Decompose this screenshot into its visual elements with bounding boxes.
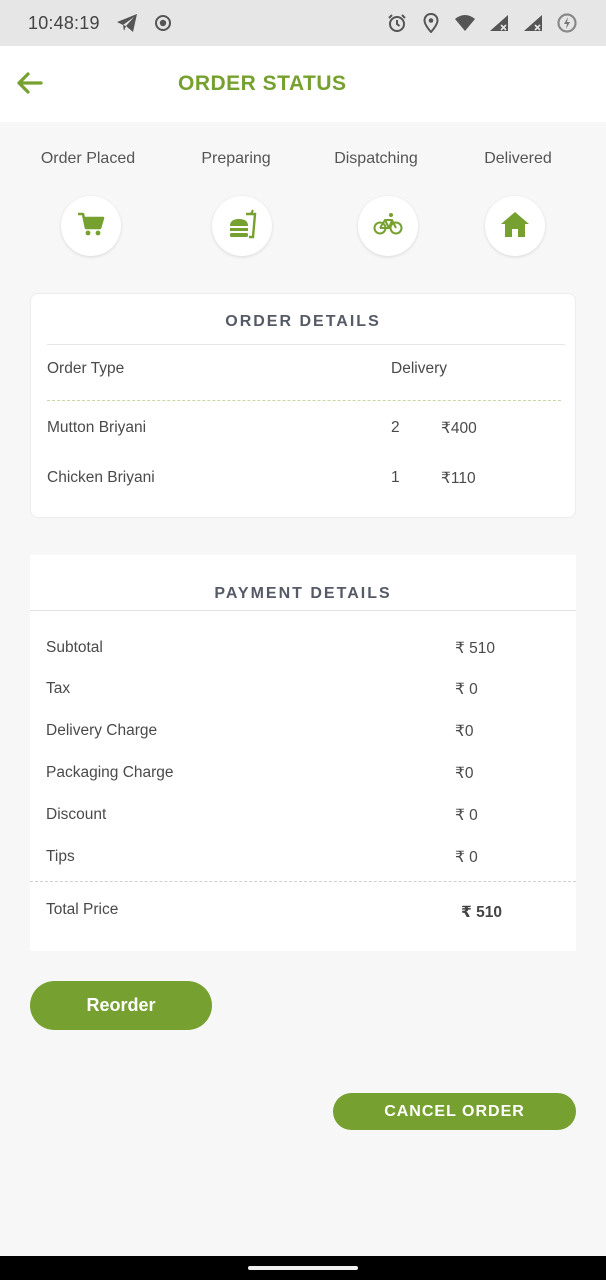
location-icon	[420, 12, 442, 34]
back-button[interactable]	[14, 70, 44, 100]
order-type-value: Delivery	[391, 360, 447, 377]
signal-icon	[522, 12, 544, 34]
dashed-divider	[30, 881, 576, 882]
home-icon	[500, 210, 530, 243]
telegram-icon	[116, 12, 138, 34]
step-preparing: Preparing	[176, 150, 296, 256]
status-right-icons	[386, 12, 578, 34]
step-delivered: Delivered	[458, 150, 578, 256]
item-name: Mutton Briyani	[47, 419, 147, 436]
app-bar: ORDER STATUS	[0, 46, 606, 122]
divider	[47, 344, 565, 345]
item-price: ₹110	[441, 470, 476, 487]
order-type-label: Order Type	[47, 360, 125, 377]
step-circle	[485, 196, 545, 256]
step-label: Preparing	[201, 150, 271, 167]
step-label: Delivered	[484, 150, 552, 167]
order-details-card: ORDER DETAILS Order Type Delivery Mutton…	[30, 293, 576, 518]
system-nav-bar	[0, 1256, 606, 1280]
payment-value: ₹ 0	[455, 807, 478, 824]
reorder-button[interactable]: Reorder	[30, 981, 212, 1030]
divider	[30, 610, 576, 611]
step-label: Order Placed	[40, 150, 136, 167]
payment-value: ₹0	[455, 765, 474, 782]
item-name: Chicken Briyani	[47, 469, 155, 486]
step-circle	[212, 196, 272, 256]
payment-label: Discount	[46, 806, 107, 823]
item-qty: 1	[391, 469, 400, 486]
total-label: Total Price	[46, 901, 119, 918]
cart-icon	[77, 211, 105, 242]
payment-label: Packaging Charge	[46, 764, 174, 781]
payment-label: Tax	[46, 680, 71, 697]
payment-value: ₹ 0	[455, 681, 478, 698]
home-gesture-handle[interactable]	[248, 1266, 358, 1270]
step-circle	[61, 196, 121, 256]
signal-icon	[488, 12, 510, 34]
payment-value: ₹ 510	[455, 640, 496, 657]
battery-saver-icon	[556, 12, 578, 34]
alarm-icon	[386, 12, 408, 34]
payment-details-title: PAYMENT DETAILS	[214, 585, 392, 602]
item-qty: 2	[391, 419, 400, 436]
payment-value: ₹0	[455, 723, 474, 740]
total-value: ₹ 510	[461, 904, 502, 921]
status-left-icons	[116, 12, 174, 34]
payment-label: Delivery Charge	[46, 722, 158, 739]
wifi-icon	[454, 12, 476, 34]
step-circle	[358, 196, 418, 256]
arrow-left-icon	[15, 71, 43, 100]
step-dispatching: Dispatching	[316, 150, 436, 256]
order-details-title: ORDER DETAILS	[225, 313, 381, 330]
record-icon	[152, 12, 174, 34]
status-bar: 10:48:19	[0, 0, 606, 46]
item-price: ₹400	[441, 420, 477, 437]
dashed-divider	[47, 400, 561, 401]
page-title: ORDER STATUS	[178, 72, 347, 95]
status-time: 10:48:19	[28, 12, 100, 33]
payment-value: ₹ 0	[455, 849, 478, 866]
payment-label: Tips	[46, 848, 75, 865]
food-icon	[227, 209, 257, 244]
step-label: Dispatching	[334, 150, 418, 167]
step-order-placed: Order Placed	[28, 150, 148, 256]
order-progress: Order Placed Preparing Dispatching Deliv…	[0, 150, 606, 270]
payment-label: Subtotal	[46, 639, 103, 656]
payment-details-card: PAYMENT DETAILS Subtotal ₹ 510 Tax ₹ 0 D…	[30, 555, 576, 951]
bicycle-icon	[373, 212, 403, 241]
cancel-order-button[interactable]: CANCEL ORDER	[333, 1093, 576, 1130]
